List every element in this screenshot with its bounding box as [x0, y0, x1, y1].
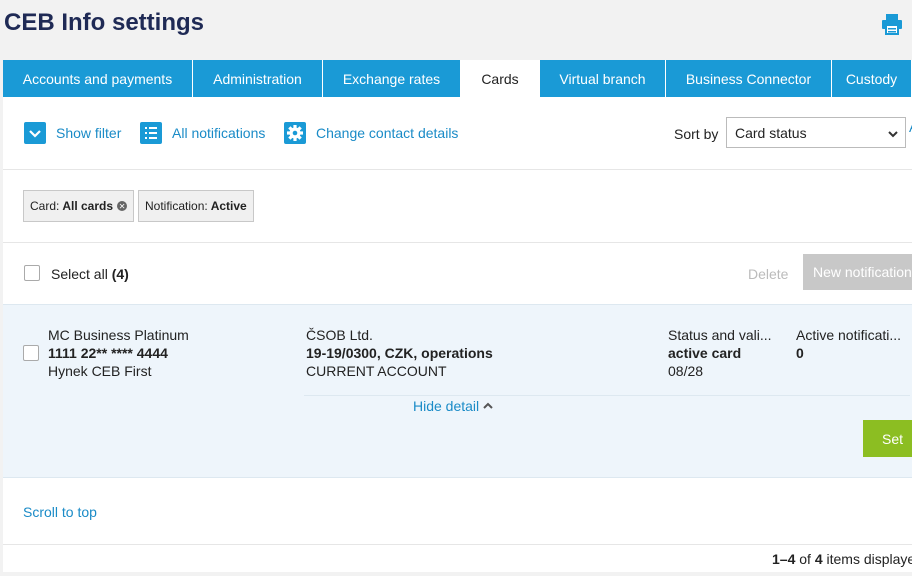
tab-cards[interactable]: Cards: [461, 60, 540, 97]
select-all-count: (4): [111, 266, 129, 282]
tab-virtual-branch[interactable]: Virtual branch: [540, 60, 666, 97]
scroll-to-top-link[interactable]: Scroll to top: [23, 504, 97, 520]
tab-exchange-rates[interactable]: Exchange rates: [323, 60, 461, 97]
chevron-down-icon: [887, 127, 899, 143]
select-all-text: Select all: [51, 266, 108, 282]
hide-detail-label: Hide detail: [413, 398, 480, 414]
filter-chip-value: All cards: [62, 199, 114, 213]
items-count: 1–4 of 4 items displayed: [772, 551, 912, 567]
tab-business-connector[interactable]: Business Connector: [666, 60, 832, 97]
company-name: ČSOB Ltd.: [306, 327, 373, 343]
filter-chip-key: Notification:: [145, 199, 208, 213]
cards-panel: Show filter All notifications Change con…: [3, 97, 912, 572]
gear-icon: [284, 122, 306, 144]
sort-select[interactable]: Card status: [726, 117, 906, 148]
list-icon: [140, 122, 162, 144]
printer-icon[interactable]: [881, 13, 903, 35]
select-all-label[interactable]: Select all (4): [51, 266, 129, 282]
show-filter-button[interactable]: Show filter: [24, 122, 121, 144]
validity-date: 08/28: [668, 363, 704, 379]
notification-info: Active notificati... 0: [796, 326, 901, 362]
all-notifications-button[interactable]: All notifications: [140, 122, 265, 144]
change-contact-details-label: Change contact details: [316, 125, 459, 141]
sort-select-value: Card status: [735, 124, 807, 141]
chevron-up-icon: [483, 402, 493, 409]
notifications-count: 0: [796, 345, 804, 361]
items-range: 1–4: [772, 551, 796, 567]
status-badge: active card: [668, 345, 742, 361]
items-total: 4: [814, 551, 823, 567]
filter-chip-card[interactable]: Card: All cards ✕: [23, 190, 135, 222]
card-number: 1111 22** **** 4444: [48, 345, 168, 361]
divider: [3, 544, 912, 545]
chevron-down-icon: [24, 122, 46, 144]
set-button[interactable]: Set: [863, 420, 912, 457]
toolbar: Show filter All notifications Change con…: [3, 97, 912, 170]
select-all-checkbox[interactable]: [24, 265, 40, 281]
tab-custody[interactable]: Custody: [832, 60, 912, 97]
selection-bar: Select all (4) Delete New notification: [3, 243, 912, 304]
all-notifications-label: All notifications: [172, 125, 266, 141]
status-info: Status and vali... active card 08/28: [668, 326, 772, 380]
account-number: 19-19/0300, CZK, operations: [306, 345, 493, 361]
status-header: Status and vali...: [668, 327, 772, 343]
filter-chip-value: Active: [210, 199, 247, 213]
divider: [304, 395, 910, 396]
delete-button[interactable]: Delete: [748, 266, 788, 282]
account-type: CURRENT ACCOUNT: [306, 363, 447, 379]
tab-accounts-and-payments[interactable]: Accounts and payments: [3, 60, 193, 97]
show-filter-label: Show filter: [56, 125, 122, 141]
table-row: MC Business Platinum 1111 22** **** 4444…: [3, 304, 912, 478]
active-filters: Card: All cards ✕ Notification: Active: [3, 170, 912, 243]
close-icon[interactable]: ✕: [117, 201, 128, 211]
card-name: MC Business Platinum: [48, 327, 189, 343]
new-notification-button[interactable]: New notification: [803, 254, 912, 290]
items-of: of: [799, 551, 811, 567]
hide-detail-link[interactable]: Hide detail: [413, 398, 493, 414]
notifications-header: Active notificati...: [796, 327, 902, 343]
filter-chip-key: Card:: [30, 199, 60, 213]
page-title: CEB Info settings: [4, 9, 205, 36]
card-holder: Hynek CEB First: [48, 363, 152, 379]
row-checkbox[interactable]: [23, 345, 39, 361]
change-contact-details-button[interactable]: Change contact details: [284, 122, 458, 144]
page-header: CEB Info settings: [0, 0, 912, 60]
account-info: ČSOB Ltd. 19-19/0300, CZK, operations CU…: [306, 326, 493, 380]
sort-by-label: Sort by: [674, 126, 719, 142]
card-info: MC Business Platinum 1111 22** **** 4444…: [48, 326, 189, 380]
filter-chip-notification[interactable]: Notification: Active: [138, 190, 254, 222]
items-suffix: items displayed: [826, 551, 912, 567]
tab-administration[interactable]: Administration: [193, 60, 323, 97]
tab-bar: Accounts and payments Administration Exc…: [3, 60, 912, 97]
